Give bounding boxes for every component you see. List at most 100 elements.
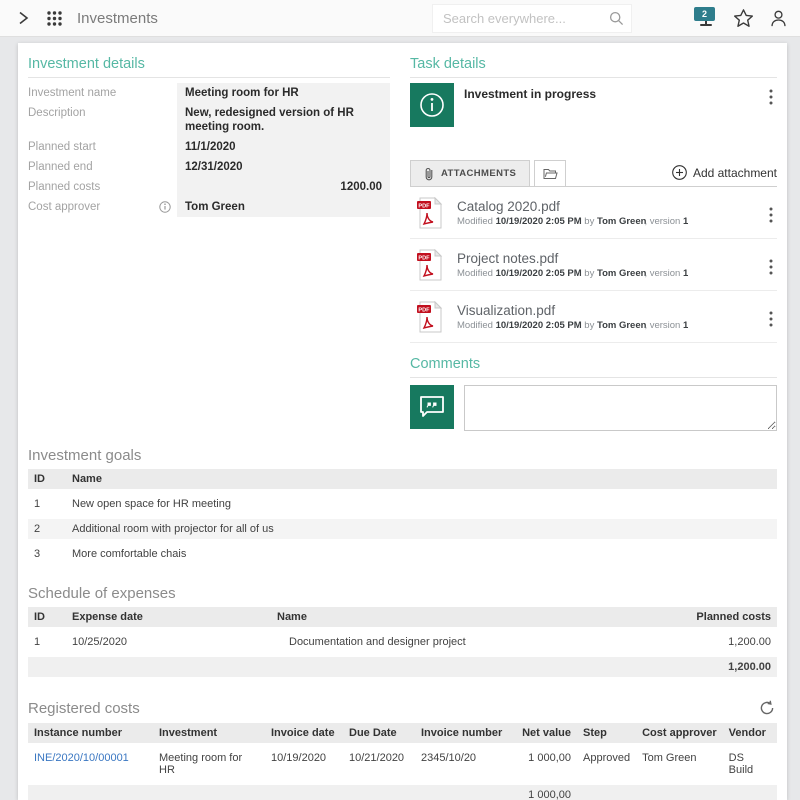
investment-details-title: Investment details [28, 47, 390, 78]
attachment-menu-icon[interactable] [765, 257, 777, 277]
comments-row [410, 385, 777, 431]
attachment-name[interactable]: Catalog 2020.pdf [457, 199, 765, 214]
registered-costs-section: Registered costs Instance number Investm… [28, 698, 777, 800]
attachment-menu-icon[interactable] [765, 205, 777, 225]
col-header-instance-number[interactable]: Instance number [28, 723, 153, 743]
field-label: Planned costs [28, 180, 100, 194]
task-status-text: Investment in progress [464, 87, 765, 101]
table-summary-row: 1,200.00 [28, 657, 777, 677]
notifications-icon[interactable]: 2 [694, 7, 718, 29]
col-header-name[interactable]: Name [271, 607, 647, 627]
topbar-icons: 2 [694, 7, 788, 29]
task-details-panel: Task details Investment in progress ATTA… [410, 47, 777, 431]
table-header-row: Instance number Investment Invoice date … [28, 723, 777, 743]
pdf-file-icon: PDF [416, 301, 443, 333]
tab-attachment-folders[interactable] [534, 160, 566, 186]
registered-costs-title: Registered costs [28, 700, 140, 717]
table-row[interactable]: 3More comfortable chais [28, 544, 777, 564]
field-label: Planned start [28, 140, 96, 154]
attachment-row[interactable]: PDF Catalog 2020.pdf Modified 10/19/2020… [410, 187, 777, 239]
page-title: Investments [77, 10, 158, 27]
field-investment-name: Investment name Meeting room for HR [28, 83, 390, 103]
field-planned-costs: Planned costs 1200.00 [28, 177, 390, 197]
attachment-meta: Modified 10/19/2020 2:05 PM by Tom Green… [457, 320, 765, 331]
user-profile-icon[interactable] [769, 9, 788, 28]
field-label: Investment name [28, 86, 116, 100]
favorites-star-icon[interactable] [733, 8, 754, 29]
attachment-row[interactable]: PDF Visualization.pdf Modified 10/19/202… [410, 291, 777, 343]
add-attachment-button[interactable]: Add attachment [672, 165, 777, 186]
col-header-id[interactable]: ID [28, 469, 66, 489]
refresh-icon[interactable] [757, 698, 777, 718]
folder-icon [543, 168, 558, 180]
table-row[interactable]: INE/2020/10/00001 Meeting room for HR 10… [28, 748, 777, 780]
attachment-row[interactable]: PDF Project notes.pdf Modified 10/19/202… [410, 239, 777, 291]
task-details-title: Task details [410, 47, 777, 78]
svg-text:PDF: PDF [418, 203, 430, 209]
col-header-step[interactable]: Step [577, 723, 636, 743]
field-label: Planned end [28, 160, 93, 174]
top-bar: Investments 2 [0, 0, 800, 37]
notification-badge: 2 [694, 7, 715, 21]
col-header-invoice-date[interactable]: Invoice date [265, 723, 343, 743]
search-icon[interactable] [609, 11, 624, 26]
attachment-info: Project notes.pdf Modified 10/19/2020 2:… [457, 251, 765, 279]
comment-bubble-icon [410, 385, 454, 429]
investment-goals-section: Investment goals ID Name 1New open space… [28, 447, 777, 569]
info-icon[interactable] [159, 201, 171, 213]
field-label: Cost approver [28, 200, 100, 214]
col-header-vendor[interactable]: Vendor [723, 723, 777, 743]
table-header-row: ID Name [28, 469, 777, 489]
col-header-name[interactable]: Name [66, 469, 777, 489]
search-input[interactable] [432, 4, 632, 33]
investment-goals-title: Investment goals [28, 447, 777, 464]
field-planned-start: Planned start 11/1/2020 [28, 137, 390, 157]
expand-menu-icon[interactable] [14, 9, 32, 27]
search-box [432, 4, 632, 33]
col-header-planned-costs[interactable]: Planned costs [647, 607, 777, 627]
field-planned-end: Planned end 12/31/2020 [28, 157, 390, 177]
task-menu-icon[interactable] [765, 87, 777, 107]
field-value: New, redesigned version of HR meeting ro… [177, 103, 390, 137]
task-row: Investment in progress [410, 83, 777, 127]
field-value: Tom Green [177, 197, 390, 217]
col-header-due-date[interactable]: Due Date [343, 723, 415, 743]
attachment-menu-icon[interactable] [765, 309, 777, 329]
col-header-id[interactable]: ID [28, 607, 66, 627]
field-description: Description New, redesigned version of H… [28, 103, 390, 137]
field-value: Meeting room for HR [177, 83, 390, 103]
notification-icon-base [700, 24, 712, 26]
field-label: Description [28, 106, 86, 120]
table-summary-row: 1 000,00 [28, 785, 777, 800]
schedule-of-expenses-table: ID Expense date Name Planned costs 1 10/… [28, 602, 777, 682]
comment-input[interactable] [464, 385, 777, 431]
attachment-name[interactable]: Visualization.pdf [457, 303, 765, 318]
table-row[interactable]: 2Additional room with projector for all … [28, 519, 777, 539]
col-header-investment[interactable]: Investment [153, 723, 265, 743]
add-attachment-label: Add attachment [693, 166, 777, 180]
col-header-net-value[interactable]: Net value [513, 723, 577, 743]
col-header-invoice-number[interactable]: Invoice number [415, 723, 513, 743]
expenses-total: 1,200.00 [647, 657, 777, 677]
registered-total: 1 000,00 [513, 785, 577, 800]
registered-costs-table: Instance number Investment Invoice date … [28, 718, 777, 800]
comments-title: Comments [410, 347, 777, 378]
attachment-info: Catalog 2020.pdf Modified 10/19/2020 2:0… [457, 199, 765, 227]
content-card: Investment details Investment name Meeti… [18, 43, 787, 800]
col-header-cost-approver[interactable]: Cost approver [636, 723, 723, 743]
investment-goals-table: ID Name 1New open space for HR meeting 2… [28, 464, 777, 569]
attachment-info: Visualization.pdf Modified 10/19/2020 2:… [457, 303, 765, 331]
attachment-meta: Modified 10/19/2020 2:05 PM by Tom Green… [457, 268, 765, 279]
app-grid-icon[interactable] [46, 10, 63, 27]
tab-attachments[interactable]: ATTACHMENTS [410, 160, 530, 186]
instance-number-link[interactable]: INE/2020/10/00001 [34, 752, 129, 764]
svg-text:PDF: PDF [418, 255, 430, 261]
schedule-of-expenses-section: Schedule of expenses ID Expense date Nam… [28, 585, 777, 682]
attachment-meta: Modified 10/19/2020 2:05 PM by Tom Green… [457, 216, 765, 227]
col-header-expense-date[interactable]: Expense date [66, 607, 271, 627]
table-row[interactable]: 1New open space for HR meeting [28, 494, 777, 514]
table-row[interactable]: 1 10/25/2020 Documentation and designer … [28, 632, 777, 652]
field-value: 11/1/2020 [177, 137, 390, 157]
field-cost-approver: Cost approver Tom Green [28, 197, 390, 217]
attachment-name[interactable]: Project notes.pdf [457, 251, 765, 266]
